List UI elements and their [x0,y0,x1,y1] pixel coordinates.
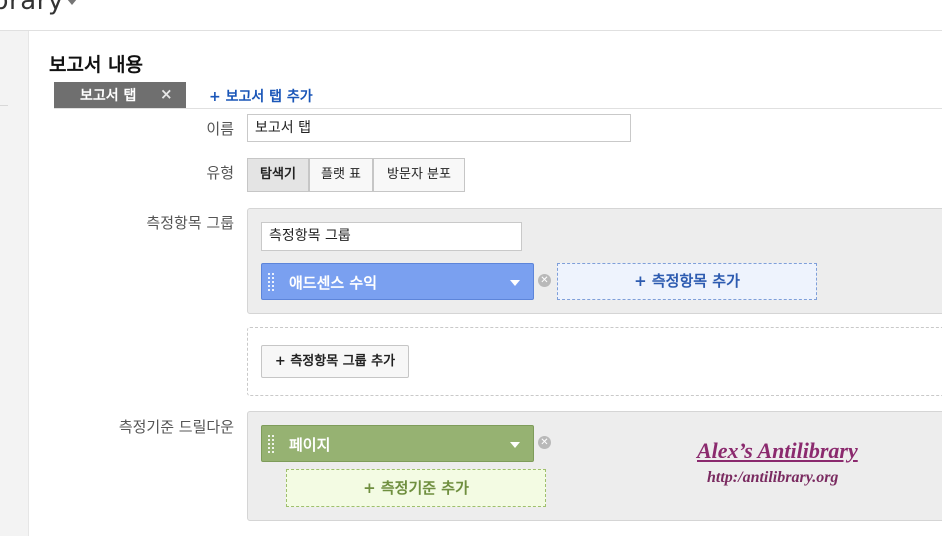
chevron-down-icon[interactable] [510,280,520,286]
section-title: 보고서 내용 [49,54,144,76]
drag-handle-icon[interactable] [268,435,276,453]
metric-group-label: 측정항목 그룹 [146,214,234,232]
tab-report[interactable]: 보고서 탭 × [54,82,186,108]
drag-handle-icon[interactable] [268,273,276,291]
name-input[interactable]: 보고서 탭 [247,114,631,142]
type-option-map-overlay[interactable]: 방문자 분포 [373,158,465,192]
tab-divider [54,108,942,109]
close-icon[interactable]: × [160,85,173,103]
add-metric-button[interactable]: + 측정항목 추가 [557,263,817,300]
dimension-chip-label: 페이지 [289,436,331,454]
metric-chip[interactable]: 애드센스 수익 [261,263,534,300]
watermark-url: http:/antilibrary.org [707,469,839,486]
dimension-chip[interactable]: 페이지 [261,425,534,462]
chevron-down-icon[interactable] [67,0,77,5]
metric-group-name-input[interactable]: 측정항목 그룹 [261,222,522,251]
add-metric-group-button[interactable]: + 측정항목 그룹 추가 [261,345,409,378]
left-gutter [0,31,29,536]
remove-metric-icon[interactable]: ✕ [538,274,551,287]
header-divider [0,30,942,31]
gutter-divider [0,105,8,106]
metric-chip-label: 애드센스 수익 [289,274,378,292]
watermark-title: Alex’s Antilibrary [697,438,858,463]
type-option-flat-table[interactable]: 플랫 표 [309,158,373,192]
chevron-down-icon[interactable] [510,442,520,448]
type-option-explorer[interactable]: 탐색기 [247,158,309,192]
add-report-tab-link[interactable]: + 보고서 탭 추가 [209,86,313,106]
add-dimension-button[interactable]: + 측정기준 추가 [286,469,546,507]
name-label: 이름 [206,120,234,138]
drilldown-label: 측정기준 드릴다운 [118,418,234,436]
tab-report-label: 보고서 탭 [80,88,137,104]
remove-dimension-icon[interactable]: ✕ [538,436,551,449]
app-title: brary [0,0,64,16]
type-label: 유형 [206,164,234,182]
